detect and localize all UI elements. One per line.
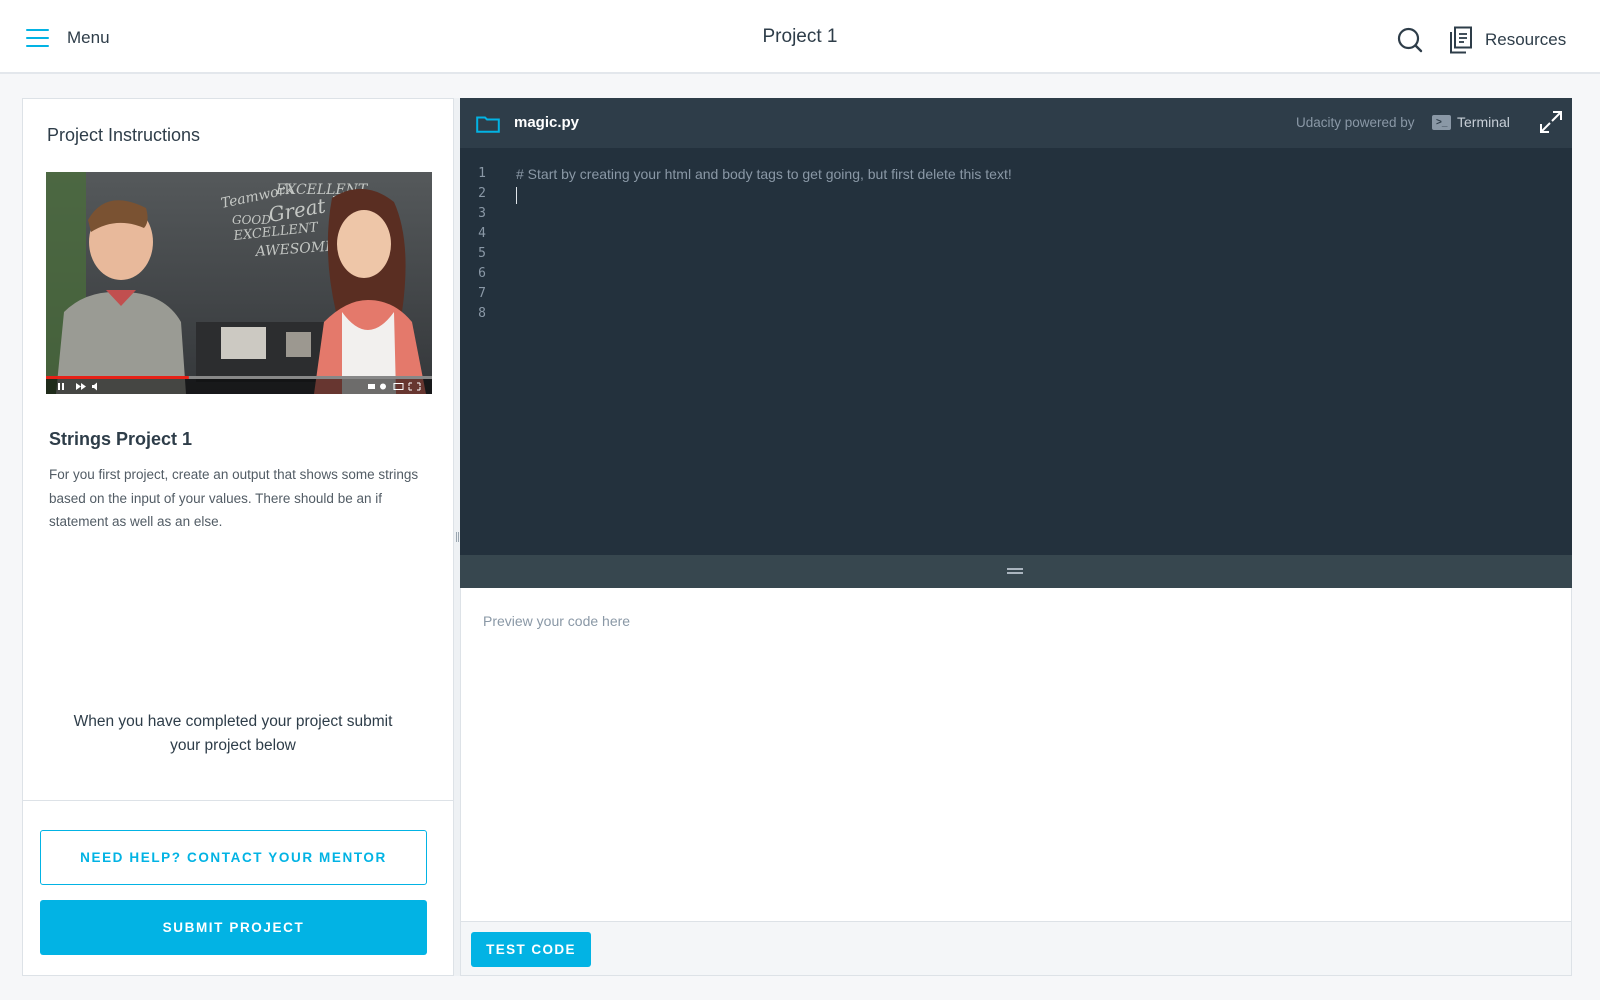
line-number: 4 [478,226,486,241]
line-number: 5 [478,246,486,261]
folder-icon[interactable] [476,115,500,133]
instruction-video[interactable]: EXCELLENT Teamwork Great Job GOOD EXCELL… [46,172,432,394]
file-name[interactable]: magic.py [514,114,579,131]
preview-footer: TEST CODE [460,921,1572,976]
terminal-icon: >_ [1432,115,1451,130]
line-number-gutter: 1 2 3 4 5 6 7 8 [460,164,500,324]
text-caret [516,186,517,204]
test-code-button[interactable]: TEST CODE [471,932,591,967]
submit-project-button[interactable]: SUBMIT PROJECT [40,900,427,955]
code-line-text: # Start by creating your html and body t… [516,166,1012,182]
line-number: 7 [478,286,486,301]
contact-mentor-button[interactable]: NEED HELP? CONTACT YOUR MENTOR [40,830,427,885]
pause-icon[interactable] [58,383,60,390]
terminal-label: Terminal [1457,114,1510,130]
line-number: 1 [478,166,486,181]
panel-divider [23,800,453,801]
project-description: For you first project, create an output … [49,467,419,529]
completion-message: When you have completed your project sub… [73,713,393,754]
code-line[interactable] [516,244,1556,264]
video-progress-fill [46,376,189,379]
code-line[interactable] [516,184,1556,204]
code-line[interactable] [516,304,1556,324]
code-editor: magic.py Udacity powered by >_ Terminal … [460,98,1572,588]
project-name: Strings Project 1 [49,429,193,449]
line-number: 2 [478,186,486,201]
code-preview: Preview your code here [460,588,1572,921]
line-number: 6 [478,266,486,281]
resources-button[interactable]: Resources [1449,24,1566,56]
code-line[interactable] [516,224,1556,244]
expand-icon[interactable] [1538,109,1564,135]
code-line[interactable]: # Start by creating your html and body t… [516,164,1556,184]
preview-placeholder: Preview your code here [483,613,631,629]
instructions-panel: Project Instructions EXCELLENT Teamwork … [22,98,454,976]
editor-preview-resize-handle[interactable] [460,555,1572,588]
resources-label: Resources [1485,30,1567,49]
powered-by-text: Udacity powered by [1296,115,1415,130]
instructions-heading: Project Instructions [47,125,201,145]
line-number: 8 [478,306,486,321]
search-icon[interactable] [1396,26,1424,54]
editor-header: magic.py Udacity powered by >_ Terminal [460,98,1572,148]
menu-label: Menu [67,28,110,47]
drag-grip-icon [1007,568,1023,574]
hamburger-icon [26,29,49,47]
top-bar: Menu Project 1 Resources [0,0,1600,74]
code-line[interactable] [516,264,1556,284]
code-line[interactable] [516,284,1556,304]
menu-button[interactable]: Menu [26,22,110,54]
page-title: Project 1 [762,26,838,47]
code-input[interactable]: # Start by creating your html and body t… [516,164,1556,324]
video-frame: EXCELLENT Teamwork Great Job GOOD EXCELL… [46,172,432,394]
code-line[interactable] [516,204,1556,224]
captions-icon[interactable] [368,384,375,389]
settings-icon[interactable] [380,383,386,390]
line-number: 3 [478,206,486,221]
resources-icon [1450,26,1472,54]
